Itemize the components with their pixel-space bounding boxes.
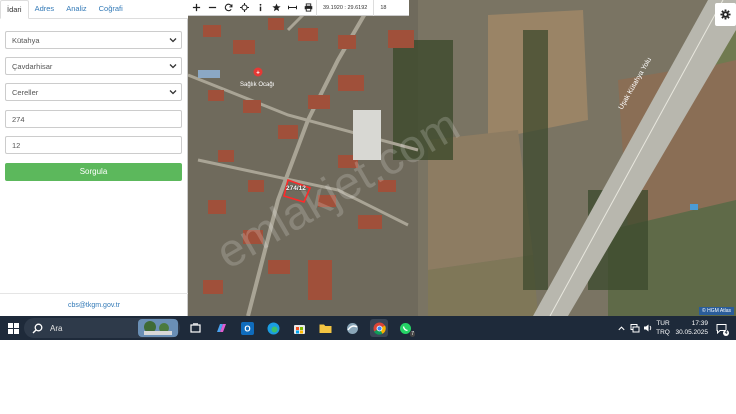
favorite-button[interactable]: [268, 0, 284, 16]
parcel-label: 274/12: [286, 185, 306, 192]
tab-analiz[interactable]: Analiz: [60, 0, 92, 19]
plus-icon: [192, 3, 200, 12]
poi-label: Sağlık Ocağı: [240, 82, 275, 88]
edge-icon: [267, 322, 279, 334]
notification-center-button[interactable]: 4: [712, 319, 730, 337]
speaker-icon: [644, 324, 652, 332]
windows-taskbar: Ara O 7 TUR TRQ 17:39 30.05.2025 4: [0, 316, 736, 340]
zoom-in-button[interactable]: [188, 0, 204, 16]
copilot-icon: [216, 323, 226, 332]
tab-cografi[interactable]: Coğrafi: [93, 0, 129, 19]
mahalle-select-value: Cereller: [12, 88, 39, 97]
measure-icon: [287, 5, 297, 10]
clock[interactable]: 17:39 30.05.2025: [672, 316, 708, 340]
whatsapp-button[interactable]: 7: [396, 319, 415, 337]
tab-idari[interactable]: İdari: [0, 0, 29, 19]
task-view-button[interactable]: [186, 319, 204, 337]
satellite-map[interactable]: Uşak Kütahya Yolu emlakjet.com + Sağlık …: [188, 0, 736, 316]
chrome-icon: [373, 322, 386, 335]
windows-logo-icon: [7, 322, 19, 334]
star-icon: [271, 3, 281, 12]
mahalle-select[interactable]: Cereller: [5, 83, 182, 101]
folder-icon: [319, 324, 331, 333]
chevron-down-icon: [169, 90, 177, 95]
printer-icon: [304, 3, 312, 12]
zoom-out-button[interactable]: [204, 0, 220, 16]
crosshair-icon: [239, 3, 249, 12]
svg-text:+: +: [256, 71, 260, 77]
ada-input[interactable]: 274: [5, 110, 182, 128]
search-placeholder: Ara: [50, 323, 63, 333]
chevron-up-icon: [617, 325, 625, 330]
locate-button[interactable]: [236, 0, 252, 16]
ilce-select-value: Çavdarhisar: [12, 62, 53, 71]
whatsapp-badge: 7: [410, 331, 415, 337]
query-panel: İdari Adres Analiz Coğrafi Kütahya Çavda…: [0, 0, 188, 316]
app-icon: [346, 322, 358, 334]
chrome-button[interactable]: [370, 319, 388, 337]
outlook-button[interactable]: O: [238, 319, 256, 337]
taskbar-search[interactable]: Ara: [24, 318, 180, 338]
measure-button[interactable]: [284, 0, 300, 16]
parsel-input[interactable]: 12: [5, 136, 182, 154]
search-icon: [32, 323, 43, 333]
copilot-button[interactable]: [212, 319, 230, 337]
store-icon: [293, 324, 305, 334]
app-window: İdari Adres Analiz Coğrafi Kütahya Çavda…: [0, 0, 736, 340]
gear-icon: [720, 9, 731, 20]
minus-icon: [208, 6, 216, 9]
start-button[interactable]: [4, 319, 22, 337]
il-select[interactable]: Kütahya: [5, 31, 182, 49]
coordinate-readout: 39.1920 : 29.6192: [316, 0, 373, 16]
task-view-icon: [189, 322, 201, 333]
notification-badge: 4: [723, 330, 729, 336]
tab-adres[interactable]: Adres: [29, 0, 61, 19]
panel-tabs: İdari Adres Analiz Coğrafi: [0, 0, 188, 19]
chevron-down-icon: [169, 38, 177, 43]
info-button[interactable]: [252, 0, 268, 16]
language-line1: TUR: [656, 320, 670, 327]
map-toolbar: 39.1920 : 29.6192 18: [188, 0, 409, 16]
map-attribution: © HGM Atlas: [699, 307, 734, 315]
svg-text:O: O: [244, 324, 250, 333]
search-highlight-image: [138, 319, 178, 337]
clock-date: 30.05.2025: [675, 329, 708, 336]
satellite-imagery: Uşak Kütahya Yolu emlakjet.com + Sağlık …: [188, 0, 736, 316]
store-button[interactable]: [290, 319, 308, 337]
refresh-button[interactable]: [220, 0, 236, 16]
zoom-level: 18: [373, 0, 392, 16]
clock-time: 17:39: [691, 320, 708, 327]
edge-button[interactable]: [264, 319, 282, 337]
print-button[interactable]: [300, 0, 316, 16]
file-explorer-button[interactable]: [316, 319, 334, 337]
info-icon: [259, 3, 261, 12]
ilce-select[interactable]: Çavdarhisar: [5, 57, 182, 75]
il-select-value: Kütahya: [12, 36, 40, 45]
chevron-down-icon: [169, 64, 177, 69]
refresh-icon: [224, 3, 232, 12]
sorgula-button[interactable]: Sorgula: [5, 163, 182, 181]
footer-email-link[interactable]: cbs@tkgm.gov.tr: [0, 293, 188, 316]
settings-button[interactable]: [715, 3, 736, 26]
language-line2: TRQ: [656, 329, 670, 336]
input-language[interactable]: TUR TRQ: [654, 316, 672, 340]
outlook-icon: O: [240, 321, 254, 335]
app-button[interactable]: [343, 319, 361, 337]
